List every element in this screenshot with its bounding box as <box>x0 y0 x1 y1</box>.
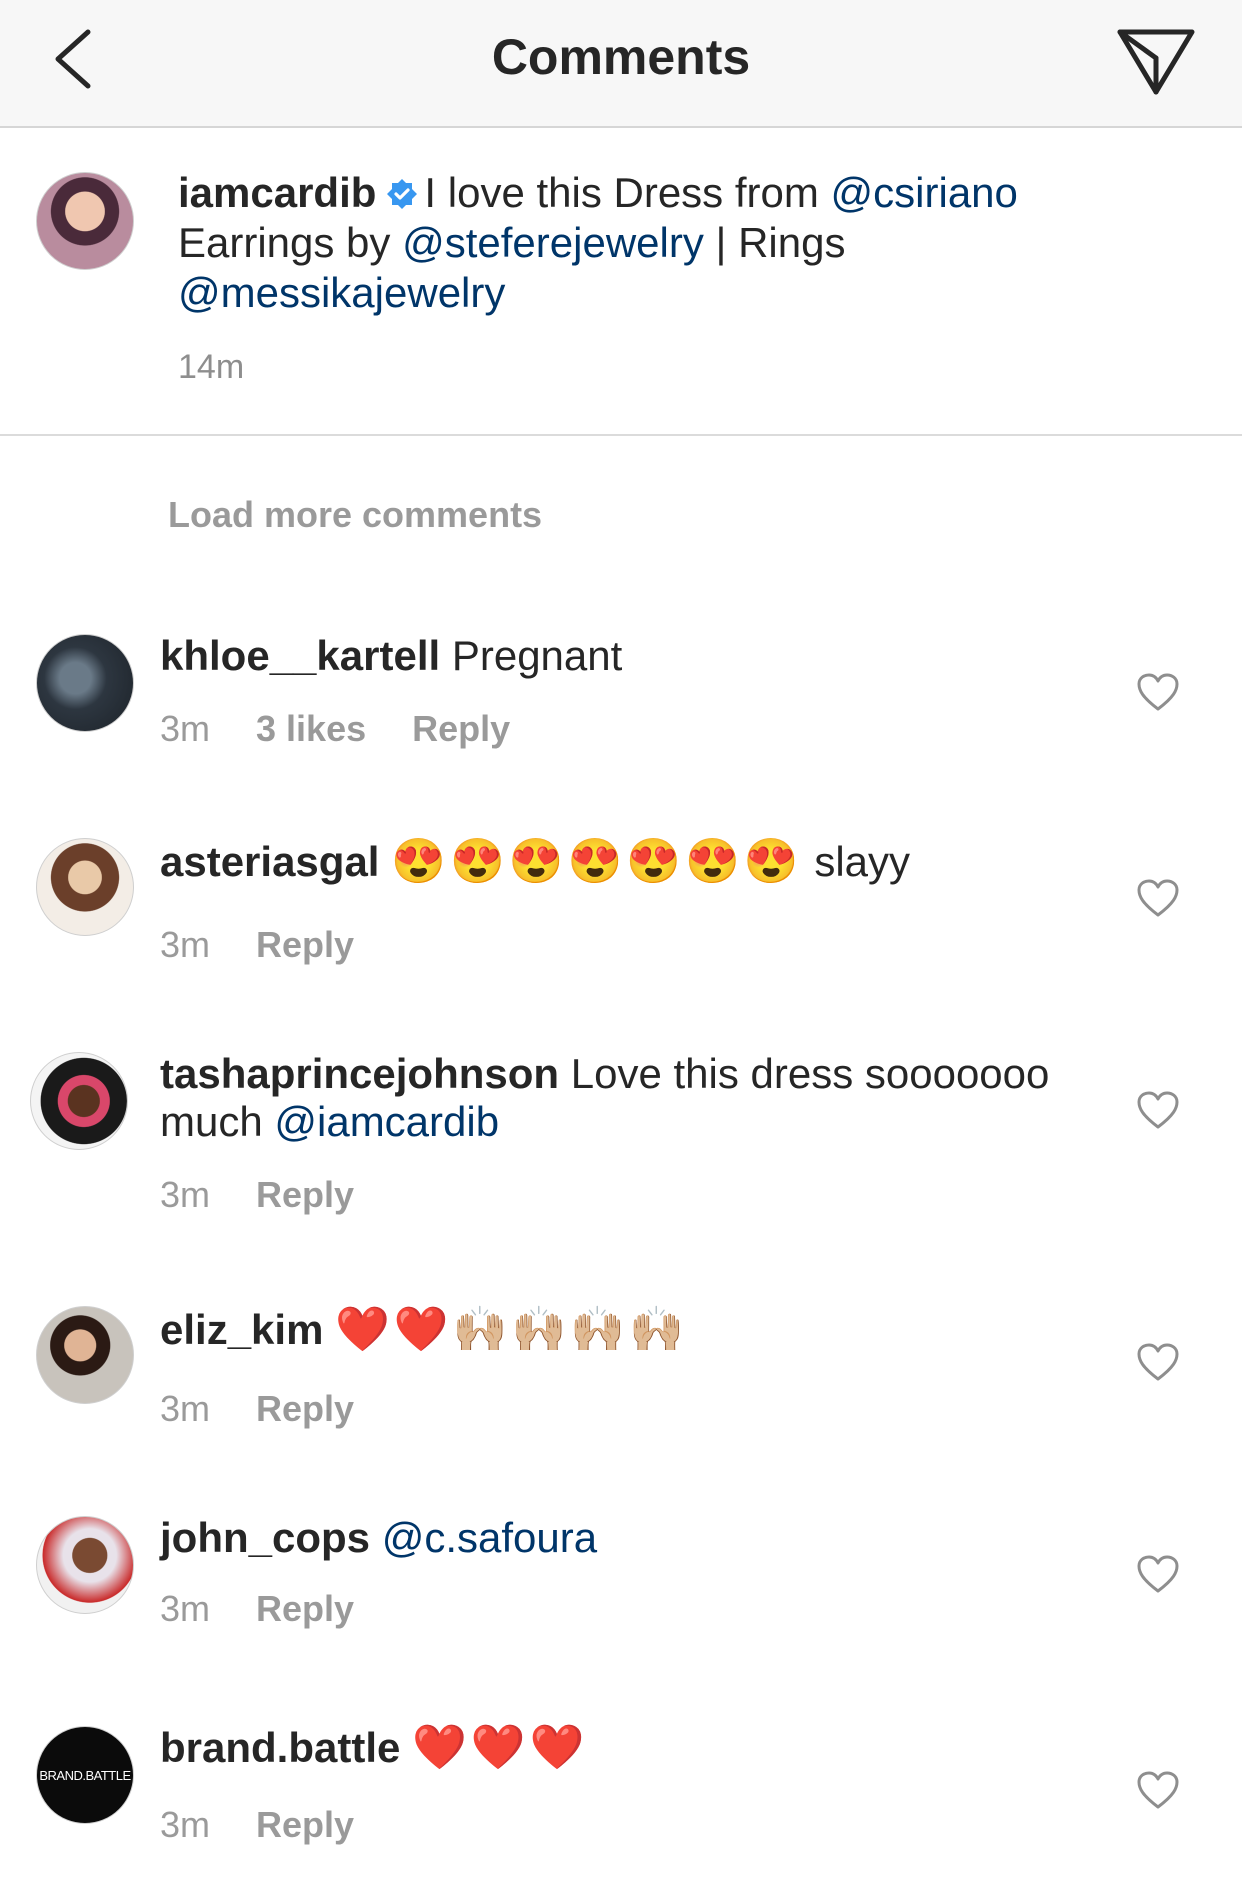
comment-timestamp: 3m <box>160 1588 211 1629</box>
comment-item: BRAND.BATTLE brand.battle ❤️❤️❤️ 3m Reply <box>0 1724 1242 1854</box>
mention-link[interactable]: @steferejewelry <box>402 219 704 266</box>
avatar[interactable] <box>36 172 134 270</box>
like-heart-icon[interactable] <box>1136 672 1180 712</box>
avatar[interactable] <box>36 1306 134 1404</box>
mention-link[interactable]: @messikajewelry <box>178 269 505 316</box>
comment-item: asteriasgal 😍😍😍😍😍😍😍 slayy 3m Reply <box>0 838 1242 965</box>
caption-body-1: I love this Dress from <box>424 169 819 216</box>
reply-button[interactable]: Reply <box>256 924 354 965</box>
like-heart-icon[interactable] <box>1136 1770 1180 1810</box>
comment-username[interactable]: john_cops <box>160 1514 370 1561</box>
direct-share-icon[interactable] <box>1116 26 1196 96</box>
comment-username[interactable]: brand.battle <box>160 1724 400 1771</box>
comment-meta: 3m Reply <box>160 1174 400 1216</box>
avatar[interactable] <box>30 1052 128 1150</box>
comment-username[interactable]: asteriasgal <box>160 838 379 885</box>
comment-text: eliz_kim ❤️❤️🙌🏼🙌🏼🙌🏼🙌🏼 <box>160 1306 1080 1354</box>
reply-button[interactable]: Reply <box>256 1804 354 1845</box>
comment-item: john_cops @c.safoura 3m Reply <box>0 1514 1242 1634</box>
verified-badge-icon <box>387 179 418 209</box>
comment-username[interactable]: khloe__kartell <box>160 632 440 679</box>
comment-likes[interactable]: 3 likes <box>256 708 366 749</box>
caption-text: iamcardib I love this Dress from @csirian… <box>178 168 1078 318</box>
comment-username[interactable]: tashaprincejohnson <box>160 1050 559 1097</box>
comment-item: khloe__kartell Pregnant 3m 3 likes Reply <box>0 632 1242 752</box>
like-heart-icon[interactable] <box>1136 1554 1180 1594</box>
comment-timestamp: 3m <box>160 1388 211 1429</box>
caption-timestamp: 14m <box>178 348 245 386</box>
caption-username[interactable]: iamcardib <box>178 169 376 216</box>
reply-button[interactable]: Reply <box>256 1588 354 1629</box>
comment-text: tashaprincejohnson Love this dress soooo… <box>160 1050 1080 1146</box>
reply-button[interactable]: Reply <box>256 1388 354 1429</box>
mention-link[interactable]: @csiriano <box>831 169 1018 216</box>
comment-timestamp: 3m <box>160 1804 211 1845</box>
comment-timestamp: 3m <box>160 708 211 749</box>
post-caption: iamcardib I love this Dress from @csirian… <box>0 126 1242 436</box>
comment-item: eliz_kim ❤️❤️🙌🏼🙌🏼🙌🏼🙌🏼 3m Reply <box>0 1306 1242 1429</box>
comment-timestamp: 3m <box>160 924 211 965</box>
comment-body: slayy <box>814 838 911 885</box>
like-heart-icon[interactable] <box>1136 878 1180 918</box>
top-bar: Comments <box>0 0 1242 128</box>
mention-link[interactable]: @c.safoura <box>382 1514 597 1561</box>
like-heart-icon[interactable] <box>1136 1342 1180 1382</box>
load-more-comments-button[interactable]: Load more comments <box>168 494 542 536</box>
comment-meta: 3m 3 likes Reply <box>160 708 556 750</box>
like-heart-icon[interactable] <box>1136 1090 1180 1130</box>
comment-text: john_cops @c.safoura <box>160 1514 1080 1562</box>
avatar-logo-text: BRAND.BATTLE <box>39 1767 131 1783</box>
comment-username[interactable]: eliz_kim <box>160 1306 323 1353</box>
reply-button[interactable]: Reply <box>412 708 510 749</box>
comment-emoji: 😍😍😍😍😍😍😍 <box>391 837 803 886</box>
mention-link[interactable]: @iamcardib <box>274 1098 499 1145</box>
reply-button[interactable]: Reply <box>256 1174 354 1215</box>
page-title: Comments <box>491 29 751 85</box>
comment-meta: 3m Reply <box>160 1588 400 1630</box>
avatar[interactable] <box>36 634 134 732</box>
comment-text: brand.battle ❤️❤️❤️ <box>160 1724 1080 1772</box>
comment-item: tashaprincejohnson Love this dress soooo… <box>0 1050 1242 1220</box>
comment-meta: 3m Reply <box>160 1388 400 1430</box>
comment-text: asteriasgal 😍😍😍😍😍😍😍 slayy <box>160 838 1080 886</box>
caption-body-3: | Rings <box>715 219 846 266</box>
comment-text: khloe__kartell Pregnant <box>160 632 1080 680</box>
avatar[interactable]: BRAND.BATTLE <box>36 1726 134 1824</box>
comment-emoji: ❤️❤️🙌🏼🙌🏼🙌🏼🙌🏼 <box>335 1305 688 1354</box>
comment-timestamp: 3m <box>160 1174 211 1215</box>
comment-meta: 3m Reply <box>160 1804 400 1846</box>
caption-body-2: Earrings by <box>178 219 391 266</box>
avatar[interactable] <box>36 838 134 936</box>
comment-meta: 3m Reply <box>160 924 400 966</box>
avatar[interactable] <box>36 1516 134 1614</box>
comment-emoji: ❤️❤️❤️ <box>412 1723 589 1772</box>
comment-body: Pregnant <box>451 632 623 679</box>
